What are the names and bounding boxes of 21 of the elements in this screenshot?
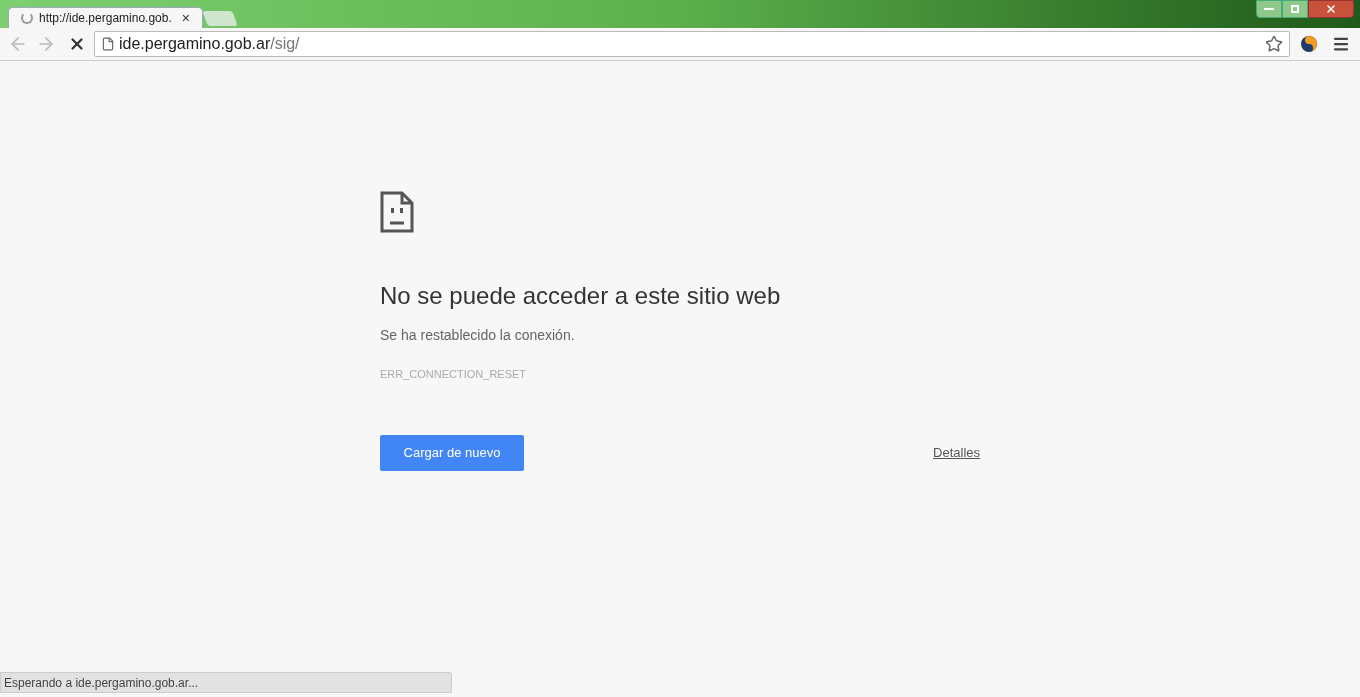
- restore-button[interactable]: [1282, 0, 1308, 18]
- error-heading: No se puede acceder a este sitio web: [380, 281, 782, 311]
- close-icon: [1325, 3, 1337, 15]
- bookmark-star-icon[interactable]: [1265, 35, 1283, 53]
- extension-icon[interactable]: [1300, 35, 1318, 53]
- tab-close-button[interactable]: ×: [181, 11, 190, 25]
- stop-icon[interactable]: [68, 35, 86, 53]
- error-code: ERR_CONNECTION_RESET: [380, 367, 528, 382]
- reload-button[interactable]: Cargar de nuevo: [380, 434, 524, 471]
- details-link[interactable]: Detalles: [933, 442, 980, 463]
- browser-tab[interactable]: http://ide.pergamino.gob. ×: [8, 7, 203, 28]
- minimize-button[interactable]: [1256, 0, 1282, 18]
- status-bar: Esperando a ide.pergamino.gob.ar...: [0, 672, 452, 693]
- page-icon: [101, 37, 115, 51]
- tab-title: http://ide.pergamino.gob.: [39, 10, 173, 27]
- menu-icon[interactable]: [1332, 35, 1350, 53]
- error-message: Se ha restablecido la conexión.: [380, 326, 576, 345]
- sad-page-icon: [380, 191, 414, 233]
- address-bar[interactable]: ide.pergamino.gob.ar/sig/: [94, 31, 1290, 57]
- close-window-button[interactable]: [1308, 0, 1354, 18]
- url-text: ide.pergamino.gob.ar/sig/: [119, 34, 301, 54]
